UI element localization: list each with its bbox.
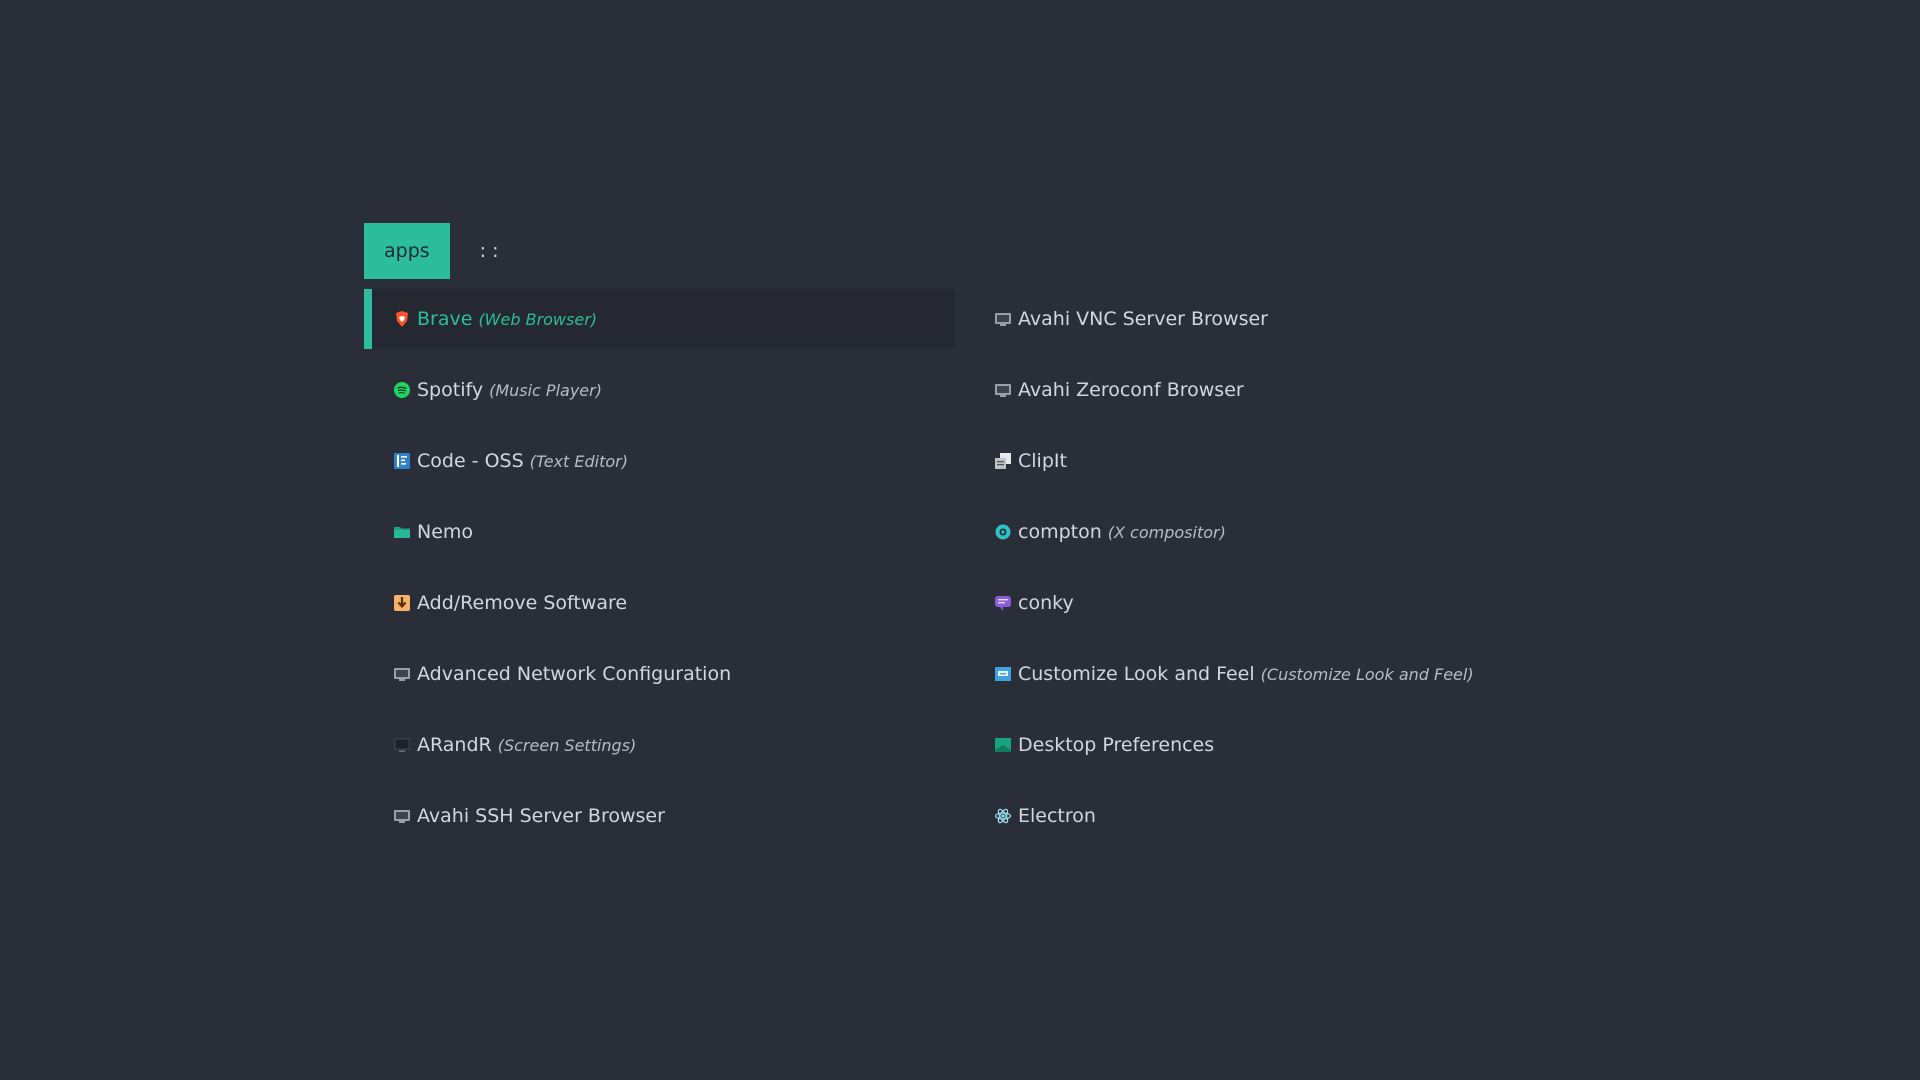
result-item-name: Desktop Preferences bbox=[1018, 734, 1215, 756]
result-item[interactable]: compton (X compositor) bbox=[964, 502, 1564, 562]
result-item[interactable]: Avahi Zeroconf Browser bbox=[964, 360, 1564, 420]
result-item[interactable]: Avahi VNC Server Browser bbox=[964, 289, 1564, 349]
result-item-name: Avahi SSH Server Browser bbox=[417, 805, 665, 827]
result-item-selected[interactable]: Brave (Web Browser) bbox=[364, 289, 955, 349]
spotify-icon bbox=[393, 381, 411, 399]
results-list: Brave (Web Browser) Spotify (Music Player) C… bbox=[364, 289, 1564, 857]
prompt-separator: : : bbox=[479, 240, 499, 262]
prompt-bar: apps : : bbox=[364, 223, 1564, 279]
result-item-name: ARandR bbox=[417, 734, 492, 756]
result-item[interactable]: ARandR (Screen Settings) bbox=[364, 715, 964, 775]
result-item[interactable]: conky bbox=[964, 573, 1564, 633]
result-item[interactable]: Electron bbox=[964, 786, 1564, 846]
result-item-generic-name: (Customize Look and Feel) bbox=[1260, 664, 1474, 684]
result-item[interactable]: Nemo bbox=[364, 502, 964, 562]
result-item-generic-name: (Screen Settings) bbox=[497, 735, 637, 755]
result-item-name: conky bbox=[1018, 592, 1074, 614]
result-item[interactable]: Customize Look and Feel (Customize Look a… bbox=[964, 644, 1564, 704]
result-item-name: Avahi Zeroconf Browser bbox=[1018, 379, 1244, 401]
appearance-icon bbox=[994, 665, 1012, 683]
clipboard-icon bbox=[994, 452, 1012, 470]
result-item[interactable]: Desktop Preferences bbox=[964, 715, 1564, 775]
result-item-generic-name: (X compositor) bbox=[1107, 522, 1226, 542]
network-icon bbox=[994, 310, 1012, 328]
package-install-icon bbox=[393, 594, 411, 612]
brave-icon bbox=[393, 310, 411, 328]
compositor-gear-icon bbox=[994, 523, 1012, 541]
result-item-name: Code - OSS bbox=[417, 450, 524, 472]
result-item-name: Avahi VNC Server Browser bbox=[1018, 308, 1268, 330]
network-icon bbox=[393, 807, 411, 825]
result-item[interactable]: Advanced Network Configuration bbox=[364, 644, 964, 704]
result-item-name: Brave bbox=[417, 308, 473, 330]
code-oss-icon bbox=[393, 452, 411, 470]
network-icon bbox=[393, 665, 411, 683]
desktop-icon bbox=[994, 736, 1012, 754]
result-item[interactable]: Add/Remove Software bbox=[364, 573, 964, 633]
result-item[interactable]: Spotify (Music Player) bbox=[364, 360, 964, 420]
result-item-name: Spotify bbox=[417, 379, 484, 401]
folder-icon bbox=[393, 523, 411, 541]
conky-icon bbox=[994, 594, 1012, 612]
result-item-name: Nemo bbox=[417, 521, 474, 543]
result-item-name: compton bbox=[1018, 521, 1102, 543]
monitor-icon bbox=[393, 736, 411, 754]
result-item-name: Add/Remove Software bbox=[417, 592, 628, 614]
mode-tab-apps[interactable]: apps bbox=[364, 223, 450, 279]
result-item-generic-name: (Web Browser) bbox=[478, 309, 598, 329]
result-item[interactable]: Avahi SSH Server Browser bbox=[364, 786, 964, 846]
app-launcher: apps : : Brave (Web Browser) Spotify (Music… bbox=[364, 223, 1564, 857]
result-item-generic-name: (Music Player) bbox=[489, 380, 602, 400]
result-item[interactable]: Code - OSS (Text Editor) bbox=[364, 431, 964, 491]
electron-icon bbox=[994, 807, 1012, 825]
result-item-name: Customize Look and Feel bbox=[1018, 663, 1255, 685]
result-item-name: Electron bbox=[1018, 805, 1096, 827]
result-item-generic-name: (Text Editor) bbox=[529, 451, 628, 471]
result-item-name: ClipIt bbox=[1018, 450, 1067, 472]
result-item-name: Advanced Network Configuration bbox=[417, 663, 732, 685]
search-input[interactable] bbox=[510, 230, 1564, 272]
network-icon bbox=[994, 381, 1012, 399]
result-item[interactable]: ClipIt bbox=[964, 431, 1564, 491]
